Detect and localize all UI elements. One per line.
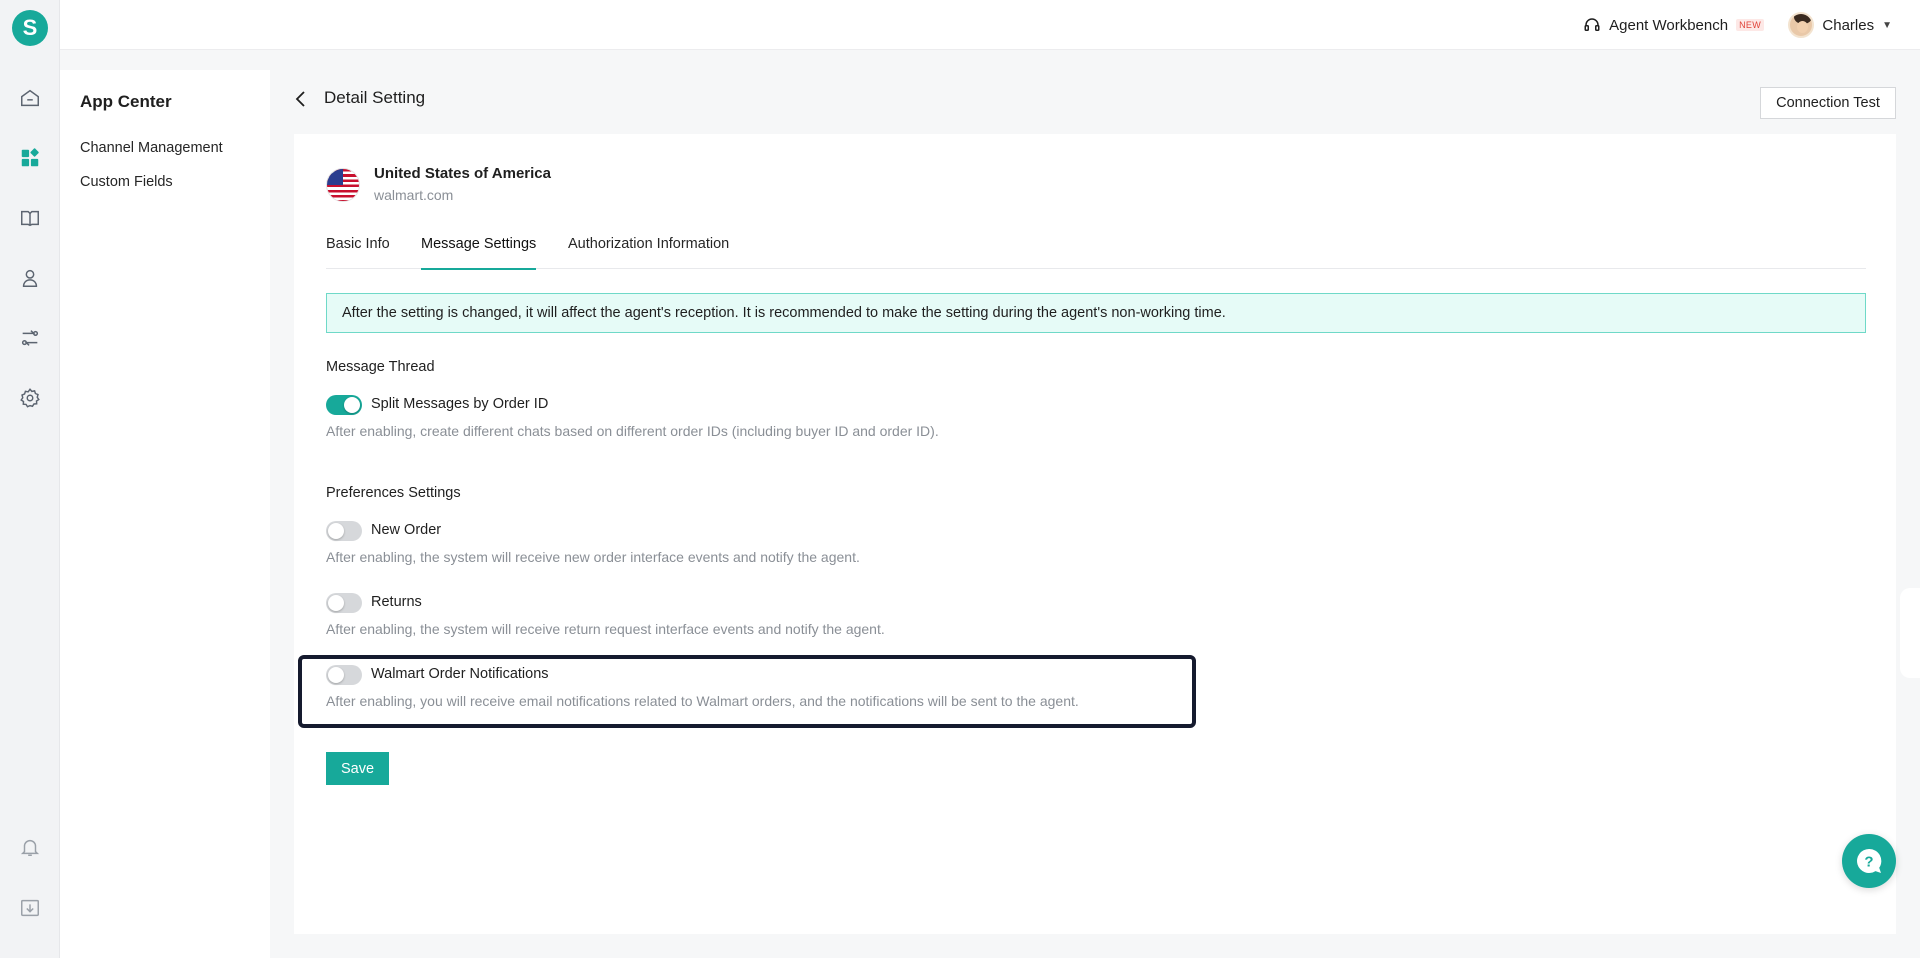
store-country: United States of America xyxy=(374,165,551,182)
book-icon[interactable] xyxy=(18,206,42,230)
walmart-order-notifications-label: Walmart Order Notifications xyxy=(371,666,549,682)
page-title: Detail Setting xyxy=(324,88,426,107)
new-badge: NEW xyxy=(1736,19,1764,31)
walmart-order-notifications-description: After enabling, you will receive email n… xyxy=(326,693,1079,709)
app-logo[interactable]: S xyxy=(12,10,48,46)
left-nav-rail: S xyxy=(0,0,60,958)
agent-workbench-label: Agent Workbench xyxy=(1609,16,1729,34)
returns-description: After enabling, the system will receive … xyxy=(326,621,885,637)
sidebar-title: App Center xyxy=(80,92,172,111)
side-drawer-handle[interactable] xyxy=(1900,588,1920,678)
user-menu[interactable]: Charles ▼ xyxy=(1788,12,1892,38)
new-order-toggle[interactable] xyxy=(326,521,362,541)
new-order-label: New Order xyxy=(371,522,442,538)
avatar xyxy=(1788,12,1815,38)
detail-tabs: Basic Info Message Settings Authorizatio… xyxy=(326,236,1866,270)
user-icon[interactable] xyxy=(18,266,42,290)
agent-workbench-link[interactable]: Agent Workbench NEW xyxy=(1583,15,1764,35)
help-icon: ? xyxy=(1857,848,1882,873)
routing-icon[interactable] xyxy=(18,326,42,350)
bell-icon[interactable] xyxy=(18,835,42,859)
home-icon[interactable] xyxy=(18,86,42,110)
split-messages-label: Split Messages by Order ID xyxy=(371,396,549,412)
us-flag-icon xyxy=(326,168,360,202)
connection-test-button[interactable]: Connection Test xyxy=(1760,87,1896,119)
tab-basic-info[interactable]: Basic Info xyxy=(326,236,390,269)
top-header: Agent Workbench NEW Charles ▼ xyxy=(60,0,1920,50)
chevron-left-icon xyxy=(295,91,305,107)
new-order-description: After enabling, the system will receive … xyxy=(326,549,860,565)
tab-authorization-information[interactable]: Authorization Information xyxy=(568,236,729,269)
sidebar-item-custom-fields[interactable]: Custom Fields xyxy=(80,174,173,190)
back-button[interactable] xyxy=(294,88,312,110)
app-center-icon[interactable] xyxy=(18,146,42,170)
returns-toggle[interactable] xyxy=(326,593,362,613)
save-button[interactable]: Save xyxy=(326,752,389,785)
split-messages-toggle[interactable] xyxy=(326,395,362,415)
store-domain: walmart.com xyxy=(374,187,454,203)
tab-message-settings[interactable]: Message Settings xyxy=(421,236,537,270)
help-chat-button[interactable]: ? xyxy=(1842,834,1896,888)
split-messages-description: After enabling, create different chats b… xyxy=(326,423,939,439)
walmart-order-notifications-toggle[interactable] xyxy=(326,665,362,685)
chevron-down-icon: ▼ xyxy=(1882,19,1892,31)
setting-change-notice: After the setting is changed, it will af… xyxy=(326,293,1866,333)
settings-icon[interactable] xyxy=(18,386,42,410)
message-thread-title: Message Thread xyxy=(326,359,435,375)
user-name: Charles xyxy=(1822,16,1875,34)
sidebar-item-channel-management[interactable]: Channel Management xyxy=(80,140,223,156)
app-center-sidebar: App Center Channel Management Custom Fie… xyxy=(60,70,270,958)
download-icon[interactable] xyxy=(18,896,42,920)
preferences-settings-title: Preferences Settings xyxy=(326,485,461,501)
headset-icon xyxy=(1584,18,1600,31)
svg-text:?: ? xyxy=(1864,854,1873,871)
returns-label: Returns xyxy=(371,594,422,610)
